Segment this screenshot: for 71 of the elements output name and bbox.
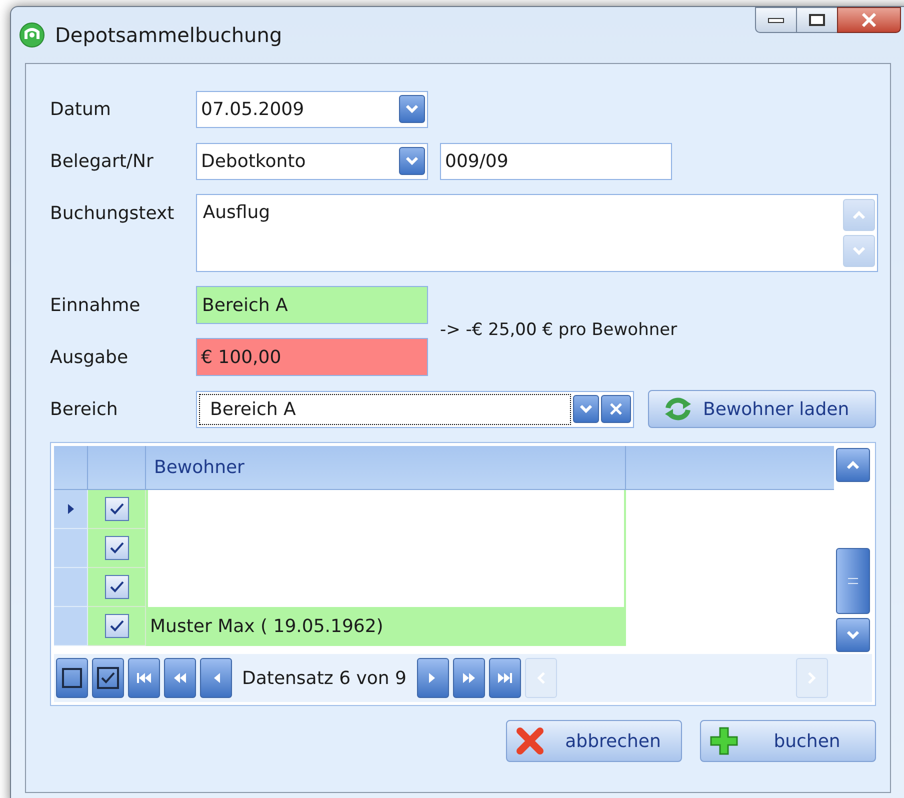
chevron-up-icon xyxy=(852,210,866,220)
row-indicator[interactable] xyxy=(54,490,88,529)
chevron-down-icon xyxy=(405,104,419,114)
column-header[interactable]: Bewohner xyxy=(146,446,626,489)
maximize-button[interactable] xyxy=(797,7,837,33)
scrollbar-thumb[interactable] xyxy=(836,548,870,614)
chevron-left-icon xyxy=(536,671,546,685)
refresh-icon xyxy=(663,396,693,422)
record-status: Datensatz 6 von 9 xyxy=(241,666,408,690)
cross-icon xyxy=(515,726,545,756)
previous-record-button[interactable] xyxy=(200,658,232,698)
field-label: Buchungstext xyxy=(50,202,176,226)
chevron-down-icon xyxy=(852,246,866,256)
checkmark-icon xyxy=(110,620,124,632)
close-icon xyxy=(861,13,877,27)
checkbox[interactable] xyxy=(104,614,128,638)
triangle-left-icon xyxy=(212,672,220,684)
skip-first-icon xyxy=(136,672,152,684)
field-label: Einnahme xyxy=(50,294,142,318)
scroll-down-button[interactable] xyxy=(836,618,870,652)
current-row-icon xyxy=(66,503,74,515)
triangle-right-icon xyxy=(429,672,436,684)
first-record-button[interactable] xyxy=(128,658,160,698)
income-field[interactable]: Bereich A xyxy=(196,286,428,324)
window-title: Depotsammelbuchung xyxy=(55,22,282,49)
checkbox[interactable] xyxy=(104,536,128,560)
field-label: Bereich xyxy=(50,398,119,422)
scroll-up-button[interactable] xyxy=(836,448,870,482)
skip-last-icon xyxy=(496,672,512,684)
chevron-right-icon xyxy=(807,671,817,685)
load-residents-button[interactable]: Bewohner laden xyxy=(648,390,876,428)
minimize-button[interactable] xyxy=(755,7,797,33)
clear-button[interactable] xyxy=(601,395,631,423)
last-record-button[interactable] xyxy=(488,658,520,698)
previous-page-button[interactable] xyxy=(164,658,196,698)
empty-checkbox-icon xyxy=(62,668,82,688)
chevron-down-icon xyxy=(846,630,860,640)
app-logo-icon xyxy=(19,22,45,48)
uncheck-all-button[interactable] xyxy=(56,658,88,698)
field-label: Belegart/Nr xyxy=(50,150,154,174)
document-number-field[interactable]: 009/09 xyxy=(440,142,672,180)
field-label: Datum xyxy=(50,98,112,122)
checkmark-icon xyxy=(110,581,124,593)
next-record-button[interactable] xyxy=(416,658,448,698)
field-label: Ausgabe xyxy=(50,346,130,370)
checkmark-icon xyxy=(110,542,124,554)
area-dropdown[interactable]: Bereich A xyxy=(196,390,634,428)
check-all-button[interactable] xyxy=(92,658,124,698)
dropdown-button[interactable] xyxy=(399,95,425,123)
per-resident-note: -> -€ 25,00 € pro Bewohner xyxy=(440,319,678,342)
cancel-button[interactable]: abbrechen xyxy=(506,720,682,762)
rewind-icon xyxy=(173,672,187,684)
fast-forward-icon xyxy=(462,672,476,684)
dropdown-button[interactable] xyxy=(573,395,599,423)
close-button[interactable] xyxy=(837,7,901,33)
document-type-dropdown[interactable]: Debotkonto xyxy=(196,142,428,180)
dropdown-button[interactable] xyxy=(399,147,425,175)
plus-icon xyxy=(709,726,739,756)
chevron-down-icon xyxy=(579,404,593,414)
checked-box-icon xyxy=(97,667,119,689)
expense-field[interactable]: € 100,00 xyxy=(196,338,428,376)
book-button[interactable]: buchen xyxy=(700,720,876,762)
checkbox[interactable] xyxy=(104,575,128,599)
chevron-down-icon xyxy=(405,156,419,166)
next-page-button[interactable] xyxy=(452,658,484,698)
clear-icon xyxy=(609,402,623,416)
checkmark-icon xyxy=(110,503,124,515)
resident-cell: Muster Max ( 19.05.1962) xyxy=(146,607,626,646)
checkbox[interactable] xyxy=(104,497,128,521)
date-field[interactable]: 07.05.2009 xyxy=(196,90,428,128)
chevron-up-icon xyxy=(846,460,860,470)
